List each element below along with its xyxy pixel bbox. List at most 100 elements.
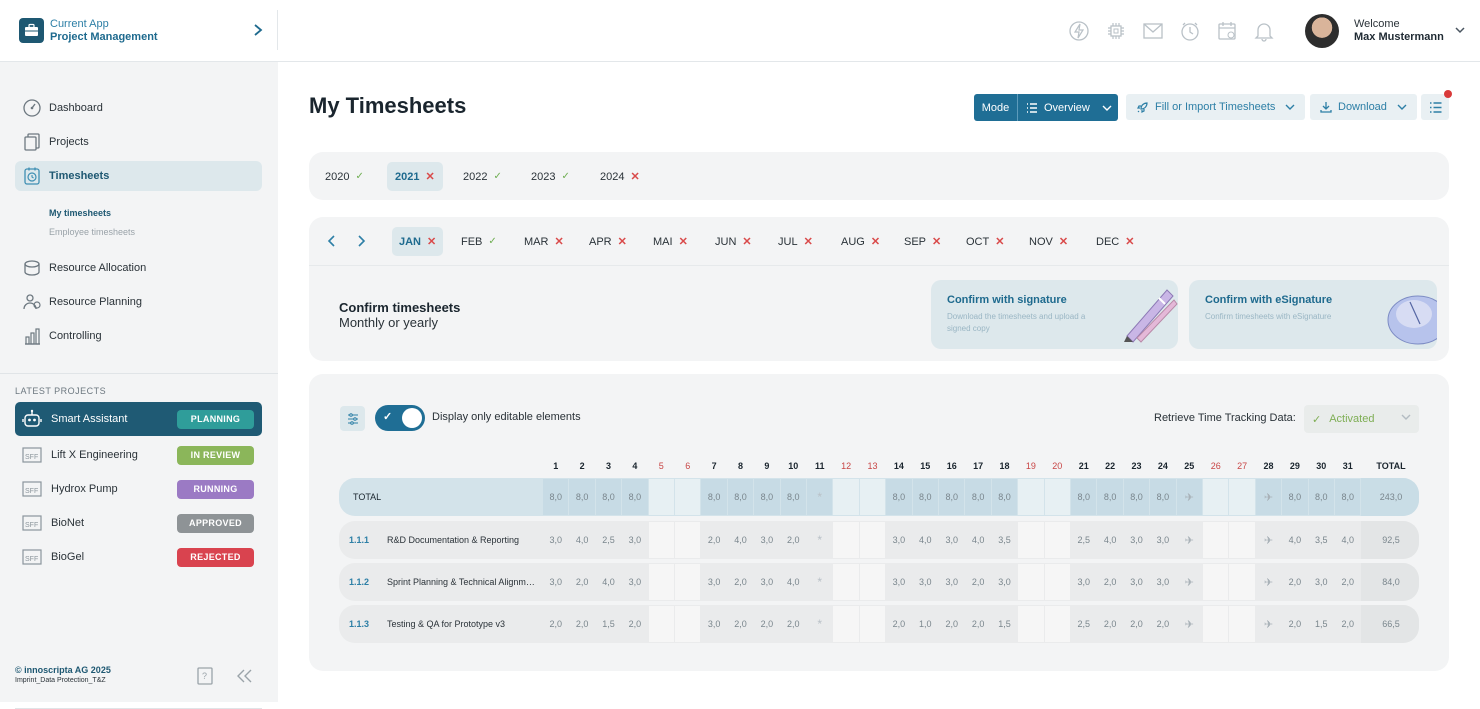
day-cell[interactable]: 2,0 xyxy=(1097,564,1122,600)
day-cell[interactable]: 2,0 xyxy=(1150,606,1175,642)
editable-toggle[interactable]: ✓ xyxy=(375,405,425,431)
app-switch-chevron-icon[interactable] xyxy=(252,23,264,37)
day-cell[interactable]: 2,0 xyxy=(569,606,594,642)
year-tab-2022[interactable]: 2022 ✓ xyxy=(455,162,510,191)
list-view-button[interactable] xyxy=(1421,94,1449,120)
calendar-icon[interactable] xyxy=(1216,20,1238,42)
month-tab-jan[interactable]: JAN ✕ xyxy=(392,227,444,256)
imprint-links[interactable]: Imprint_Data Protection_T&Z xyxy=(15,677,106,684)
month-tab-jun[interactable]: JUN ✕ xyxy=(708,227,759,256)
day-cell[interactable]: 3,0 xyxy=(1150,522,1175,558)
day-cell[interactable]: 4,0 xyxy=(913,522,938,558)
day-cell[interactable]: 4,0 xyxy=(1335,522,1360,558)
prev-arrow-icon[interactable] xyxy=(327,234,337,248)
day-cell[interactable]: 3,5 xyxy=(1309,522,1334,558)
month-tab-jul[interactable]: JUL ✕ xyxy=(771,227,820,256)
project-item-lift-x[interactable]: SFF Lift X Engineering IN REVIEW xyxy=(15,438,262,472)
day-cell[interactable]: 2,0 xyxy=(1282,606,1307,642)
user-menu-chevron-icon[interactable] xyxy=(1454,25,1466,35)
day-cell[interactable]: 3,0 xyxy=(1150,564,1175,600)
day-cell[interactable]: 1,5 xyxy=(1309,606,1334,642)
project-item-hydrox-pump[interactable]: SFF Hydrox Pump RUNNING xyxy=(15,472,262,506)
day-cell[interactable]: 2,0 xyxy=(701,522,726,558)
day-cell[interactable]: 2,0 xyxy=(781,522,806,558)
month-tab-mai[interactable]: MAI ✕ xyxy=(646,227,695,256)
year-tab-2024[interactable]: 2024 ✕ xyxy=(592,162,648,191)
sidebar-item-resource-planning[interactable]: Resource Planning xyxy=(15,287,262,317)
month-tab-feb[interactable]: FEB ✓ xyxy=(454,227,504,256)
day-cell[interactable]: 2,0 xyxy=(569,564,594,600)
day-cell[interactable]: 1,5 xyxy=(992,606,1017,642)
day-cell[interactable]: 3,0 xyxy=(939,564,964,600)
day-cell[interactable]: 3,0 xyxy=(1309,564,1334,600)
day-cell[interactable]: 2,0 xyxy=(939,606,964,642)
day-cell[interactable]: 2,0 xyxy=(1282,564,1307,600)
month-tab-mar[interactable]: MAR ✕ xyxy=(517,227,571,256)
day-cell[interactable]: 4,0 xyxy=(965,522,990,558)
day-cell[interactable]: 2,0 xyxy=(728,606,753,642)
project-item-smart-assistant[interactable]: Smart Assistant PLANNING xyxy=(15,402,262,436)
year-tab-2021[interactable]: 2021 ✕ xyxy=(387,162,443,191)
month-tab-nov[interactable]: NOV ✕ xyxy=(1022,227,1075,256)
collapse-sidebar-icon[interactable] xyxy=(234,666,254,686)
day-cell[interactable]: 2,0 xyxy=(886,606,911,642)
row-id[interactable]: 1.1.3 xyxy=(349,619,369,629)
day-cell[interactable]: 2,5 xyxy=(1071,522,1096,558)
chip-icon[interactable] xyxy=(1105,20,1127,42)
clock-icon[interactable] xyxy=(1179,20,1201,42)
day-cell[interactable]: 2,0 xyxy=(965,606,990,642)
day-cell[interactable]: 4,0 xyxy=(1282,522,1307,558)
day-cell[interactable]: 2,5 xyxy=(1071,606,1096,642)
avatar[interactable] xyxy=(1305,14,1339,48)
day-cell[interactable]: 4,0 xyxy=(728,522,753,558)
bell-icon[interactable] xyxy=(1253,20,1275,42)
day-cell[interactable]: 3,0 xyxy=(543,522,568,558)
day-cell[interactable]: 2,5 xyxy=(596,522,621,558)
day-cell[interactable]: 3,0 xyxy=(886,564,911,600)
month-tab-apr[interactable]: APR ✕ xyxy=(582,227,634,256)
filter-settings-button[interactable] xyxy=(340,406,365,431)
sidebar-item-dashboard[interactable]: Dashboard xyxy=(15,93,262,123)
day-cell[interactable]: 3,0 xyxy=(701,606,726,642)
day-cell[interactable]: 3,0 xyxy=(622,564,647,600)
day-cell[interactable]: 1,5 xyxy=(596,606,621,642)
day-cell[interactable]: 3,0 xyxy=(886,522,911,558)
day-cell[interactable]: 1,0 xyxy=(913,606,938,642)
day-cell[interactable]: 2,0 xyxy=(1097,606,1122,642)
day-cell[interactable]: 3,0 xyxy=(1124,564,1149,600)
day-cell[interactable]: 3,0 xyxy=(913,564,938,600)
day-cell[interactable]: 4,0 xyxy=(781,564,806,600)
day-cell[interactable]: 2,0 xyxy=(754,606,779,642)
retrieve-dropdown[interactable]: ✓ Activated xyxy=(1304,405,1419,433)
sidebar-item-controlling[interactable]: Controlling xyxy=(15,321,262,351)
day-cell[interactable]: 3,0 xyxy=(701,564,726,600)
sidebar-item-projects[interactable]: Projects xyxy=(15,127,262,157)
day-cell[interactable]: 3,0 xyxy=(754,522,779,558)
year-tab-2020[interactable]: 2020 ✓ xyxy=(317,162,372,191)
month-tab-dec[interactable]: DEC ✕ xyxy=(1089,227,1141,256)
day-cell[interactable]: 2,0 xyxy=(1124,606,1149,642)
day-cell[interactable]: 2,0 xyxy=(1335,564,1360,600)
day-cell[interactable]: 3,0 xyxy=(992,564,1017,600)
confirm-esignature-card[interactable]: Confirm with eSignature Confirm timeshee… xyxy=(1189,280,1437,349)
day-cell[interactable]: 2,0 xyxy=(728,564,753,600)
day-cell[interactable]: 4,0 xyxy=(1097,522,1122,558)
day-cell[interactable]: 2,0 xyxy=(965,564,990,600)
day-cell[interactable]: 4,0 xyxy=(596,564,621,600)
sidebar-item-timesheets[interactable]: Timesheets xyxy=(15,161,262,191)
project-item-bionet[interactable]: SFF BioNet APPROVED xyxy=(15,506,262,540)
day-cell[interactable]: 4,0 xyxy=(569,522,594,558)
day-cell[interactable]: 2,0 xyxy=(622,606,647,642)
month-tab-sep[interactable]: SEP ✕ xyxy=(897,227,948,256)
day-cell[interactable]: 3,0 xyxy=(543,564,568,600)
confirm-signature-card[interactable]: Confirm with signature Download the time… xyxy=(931,280,1178,349)
day-cell[interactable]: 3,0 xyxy=(622,522,647,558)
next-arrow-icon[interactable] xyxy=(356,234,366,248)
day-cell[interactable]: 3,0 xyxy=(1124,522,1149,558)
sidebar-subitem-employee-timesheets[interactable]: Employee timesheets xyxy=(49,227,135,237)
app-name[interactable]: Project Management xyxy=(50,31,158,43)
row-id[interactable]: 1.1.1 xyxy=(349,535,369,545)
year-tab-2023[interactable]: 2023 ✓ xyxy=(523,162,578,191)
help-book-icon[interactable]: ? xyxy=(196,666,214,686)
mail-icon[interactable] xyxy=(1142,20,1164,42)
